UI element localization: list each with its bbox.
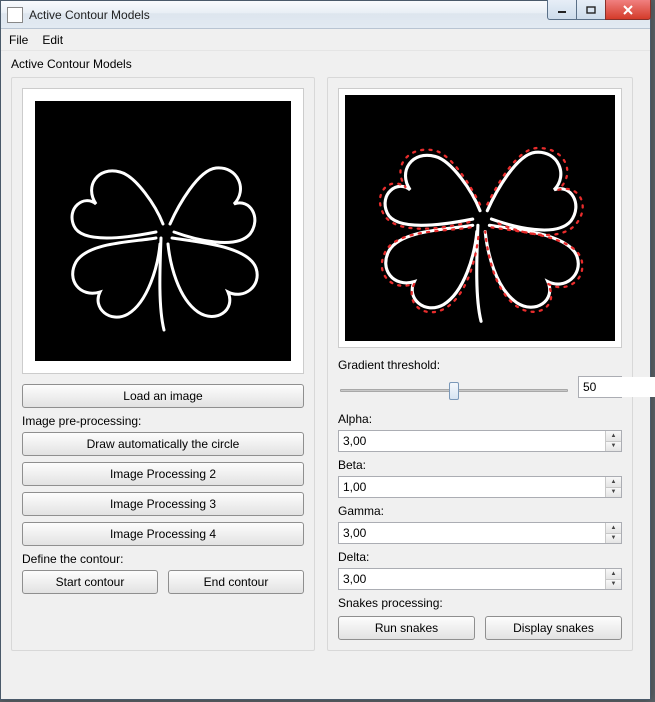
close-icon: [622, 5, 634, 15]
app-window: Active Contour Models File Edit Active C…: [0, 0, 651, 700]
minimize-button[interactable]: [547, 0, 577, 20]
gradient-threshold-spinner[interactable]: ▲▼: [578, 376, 622, 398]
image-processing-3-button[interactable]: Image Processing 3: [22, 492, 304, 516]
menubar: File Edit: [1, 29, 650, 51]
result-image-frame: [338, 88, 622, 348]
clover-snake-outline: [355, 98, 605, 338]
clover-outline: [48, 116, 278, 346]
menu-edit[interactable]: Edit: [42, 33, 63, 47]
end-contour-button[interactable]: End contour: [168, 570, 304, 594]
spin-up-icon[interactable]: ▲: [606, 569, 621, 580]
app-icon: [7, 7, 23, 23]
image-processing-2-button[interactable]: Image Processing 2: [22, 462, 304, 486]
alpha-label: Alpha:: [338, 412, 622, 426]
display-snakes-button[interactable]: Display snakes: [485, 616, 622, 640]
window-title: Active Contour Models: [29, 8, 150, 22]
menu-file[interactable]: File: [9, 33, 28, 47]
page-title: Active Contour Models: [1, 51, 650, 77]
spin-up-icon[interactable]: ▲: [606, 477, 621, 488]
spin-down-icon[interactable]: ▼: [606, 534, 621, 544]
define-contour-label: Define the contour:: [22, 552, 304, 566]
minimize-icon: [557, 6, 567, 14]
start-contour-button[interactable]: Start contour: [22, 570, 158, 594]
preprocessing-label: Image pre-processing:: [22, 414, 304, 428]
spin-down-icon[interactable]: ▼: [606, 580, 621, 590]
result-image-canvas: [345, 95, 615, 341]
left-panel: Load an image Image pre-processing: Draw…: [11, 77, 315, 651]
spin-up-icon[interactable]: ▲: [606, 523, 621, 534]
titlebar[interactable]: Active Contour Models: [1, 1, 650, 29]
gradient-threshold-slider[interactable]: [340, 380, 568, 400]
load-image-button[interactable]: Load an image: [22, 384, 304, 408]
maximize-button[interactable]: [576, 0, 606, 20]
image-processing-4-button[interactable]: Image Processing 4: [22, 522, 304, 546]
beta-label: Beta:: [338, 458, 622, 472]
snakes-processing-label: Snakes processing:: [338, 596, 622, 610]
window-controls: [548, 0, 651, 20]
beta-spinner[interactable]: ▲▼: [338, 476, 622, 498]
source-image-frame: [22, 88, 304, 374]
spin-down-icon[interactable]: ▼: [606, 488, 621, 498]
gradient-threshold-label: Gradient threshold:: [338, 358, 622, 372]
close-button[interactable]: [605, 0, 651, 20]
gamma-label: Gamma:: [338, 504, 622, 518]
maximize-icon: [586, 6, 596, 14]
delta-input[interactable]: [339, 569, 605, 589]
source-image-canvas: [35, 101, 291, 361]
delta-spinner[interactable]: ▲▼: [338, 568, 622, 590]
draw-circle-button[interactable]: Draw automatically the circle: [22, 432, 304, 456]
delta-label: Delta:: [338, 550, 622, 564]
gamma-spinner[interactable]: ▲▼: [338, 522, 622, 544]
right-panel: Gradient threshold: ▲▼ Alpha: ▲▼ Beta: ▲…: [327, 77, 633, 651]
gamma-input[interactable]: [339, 523, 605, 543]
spin-up-icon[interactable]: ▲: [606, 431, 621, 442]
alpha-input[interactable]: [339, 431, 605, 451]
alpha-spinner[interactable]: ▲▼: [338, 430, 622, 452]
spin-down-icon[interactable]: ▼: [606, 442, 621, 452]
beta-input[interactable]: [339, 477, 605, 497]
run-snakes-button[interactable]: Run snakes: [338, 616, 475, 640]
gradient-threshold-input[interactable]: [579, 377, 655, 397]
